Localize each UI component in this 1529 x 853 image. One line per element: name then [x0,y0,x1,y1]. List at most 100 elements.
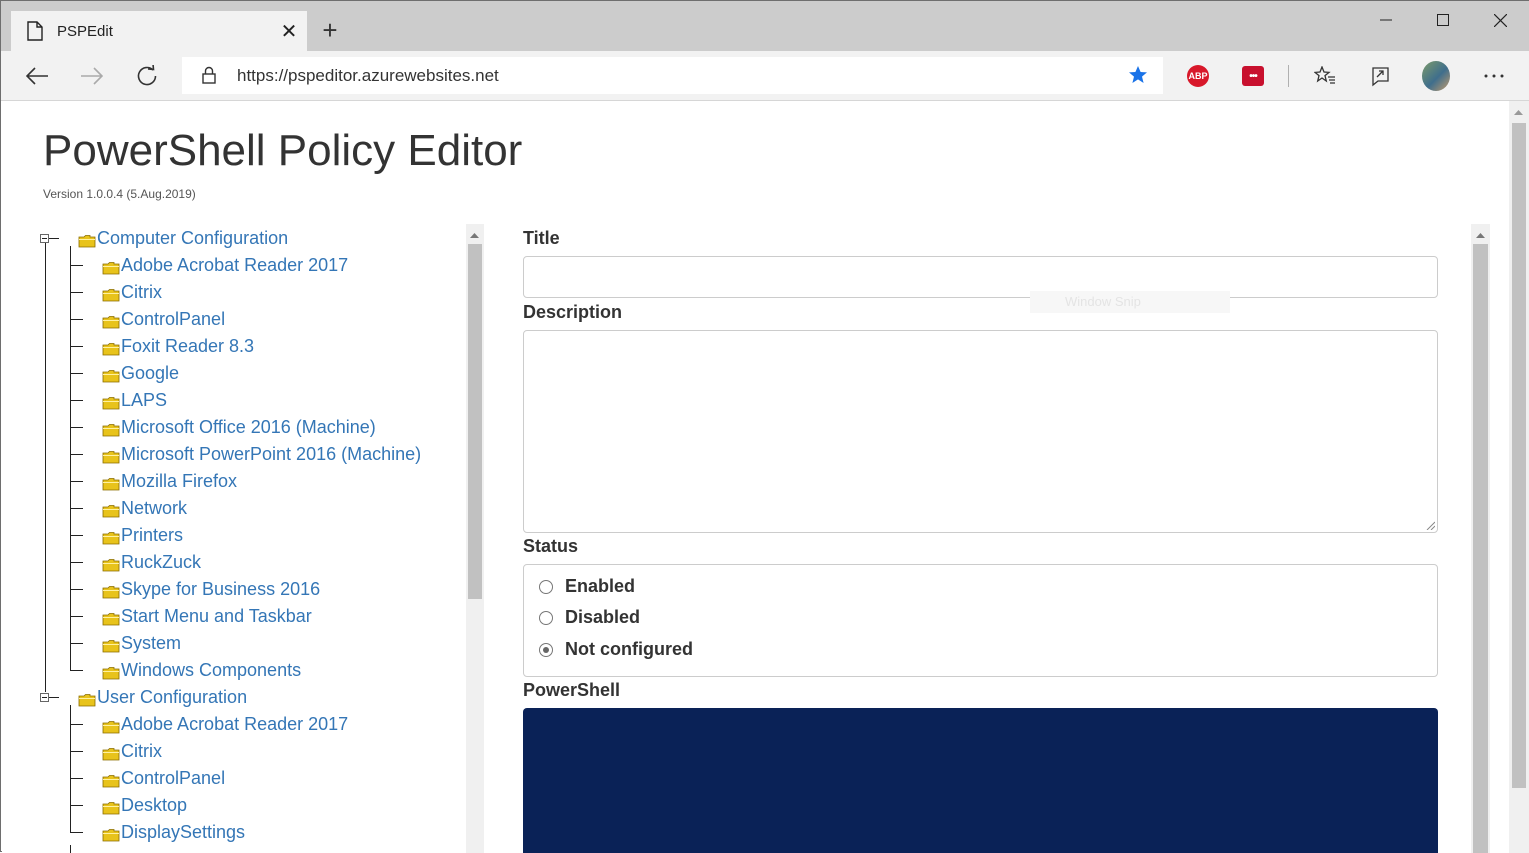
page-content: PowerShell Policy Editor Version 1.0.0.4… [2,101,1509,853]
tree-item[interactable]: DisplaySettings [102,819,245,846]
close-tab-icon[interactable]: ✕ [277,20,301,44]
powershell-editor[interactable] [523,708,1438,853]
maximize-icon[interactable] [1415,1,1471,39]
window-close-icon[interactable] [1472,1,1528,39]
forward-arrow-icon[interactable] [78,62,106,90]
tree-item[interactable]: ControlPanel [102,765,225,792]
tree-connector [70,400,83,401]
back-arrow-icon[interactable] [23,62,51,90]
status-enabled-option[interactable]: Enabled [539,576,635,597]
tree-node-label[interactable]: RuckZuck [121,552,201,573]
radio-label: Enabled [565,576,636,596]
favorites-icon[interactable] [1311,62,1339,90]
radio-label: Disabled [565,607,641,627]
title-input[interactable] [523,256,1438,298]
tree-node-label[interactable]: Network [121,498,187,519]
tree-node-label[interactable]: Desktop [121,795,187,816]
tree-item[interactable]: Skype for Business 2016 [102,576,320,603]
title-label: Title [523,228,560,248]
tree-connector [70,616,83,617]
minimize-icon[interactable] [1358,1,1414,39]
tree-node-label[interactable]: Foxit Reader 8.3 [121,336,254,357]
tree-item[interactable]: Windows Components [102,657,301,684]
tree-item[interactable]: Network [102,495,187,522]
tab-pspedit[interactable]: PSPEdit ✕ [11,11,307,51]
tree-item[interactable]: Adobe Acrobat Reader 2017 [102,252,348,279]
tree-node-label[interactable]: Adobe Acrobat Reader 2017 [121,714,348,735]
collapse-icon[interactable] [40,234,49,243]
radio-not-configured[interactable] [539,642,553,657]
tree-item[interactable]: LAPS [102,387,167,414]
profile-avatar[interactable] [1422,61,1450,91]
tree-node-label[interactable]: Adobe Acrobat Reader 2017 [121,255,348,276]
tree-item[interactable]: Mozilla Firefox [102,468,237,495]
tree-node-label[interactable]: Printers [121,525,183,546]
tree-node-label[interactable]: Citrix [121,282,162,303]
tree-node-label[interactable]: Windows Components [121,660,301,681]
scroll-up-arrow-icon[interactable] [466,227,483,244]
collapse-icon[interactable] [40,693,49,702]
tree-item[interactable]: Adobe Acrobat Reader 2017 [102,711,348,738]
tree-node-label[interactable]: Mozilla Firefox [121,471,237,492]
tree-item[interactable]: Citrix [102,279,162,306]
tree-item[interactable]: Printers [102,522,183,549]
tree-node-label[interactable]: LAPS [121,390,167,411]
page-scroll-thumb[interactable] [1512,123,1526,788]
url-text: https://pspeditor.azurewebsites.net [237,66,499,85]
tree-item[interactable]: Citrix [102,738,162,765]
tree-item[interactable]: Google [102,360,179,387]
tree-item[interactable]: RuckZuck [102,549,201,576]
tree-item[interactable]: Foxit Reader 8.3 [102,333,254,360]
tree-scrollbar[interactable] [466,224,484,853]
folder-icon [102,610,120,625]
favorite-star-icon[interactable] [1128,65,1148,85]
folder-icon [78,691,96,706]
new-tab-icon[interactable]: + [317,17,343,43]
folder-icon [102,583,120,598]
tree-node-label[interactable]: Computer Configuration [97,228,288,249]
tree-item[interactable]: Start Menu and Taskbar [102,603,312,630]
tree-connector [70,535,83,536]
tree-node-label[interactable]: Microsoft Office 2016 (Machine) [121,417,376,438]
tree-node-label[interactable]: Skype for Business 2016 [121,579,320,600]
radio-enabled[interactable] [539,579,553,594]
window-snip-overlay: Window Snip [1030,291,1230,313]
scroll-up-arrow-icon[interactable] [1510,104,1527,121]
form-scroll-thumb[interactable] [1473,244,1488,853]
tree-item[interactable]: ControlPanel [102,306,225,333]
tree-node-label[interactable]: Citrix [121,741,162,762]
description-textarea[interactable] [523,330,1438,533]
status-not-configured-option[interactable]: Not configured [539,639,693,660]
tree-node-label[interactable]: System [121,633,181,654]
lastpass-icon[interactable]: ••• [1239,62,1267,90]
status-disabled-option[interactable]: Disabled [539,607,640,628]
resize-grip-icon[interactable] [1425,520,1435,530]
address-bar[interactable]: https://pspeditor.azurewebsites.net [182,57,1163,94]
page-scrollbar[interactable] [1509,101,1529,853]
tree-root-computer-configuration[interactable]: Computer Configuration [78,225,288,252]
powershell-label: PowerShell [523,680,621,700]
tree-item[interactable]: Microsoft Office 2016 (Machine) [102,414,376,441]
more-menu-icon[interactable] [1480,62,1508,90]
tree-node-label[interactable]: User Configuration [97,687,247,708]
tree-root-user-configuration[interactable]: User Configuration [78,684,247,711]
tree-item[interactable]: Microsoft PowerPoint 2016 (Machine) [102,441,421,468]
tree-node-label[interactable]: Google [121,363,179,384]
refresh-icon[interactable] [133,62,161,90]
tree-node-label[interactable]: ControlPanel [121,768,225,789]
share-note-icon[interactable] [1366,62,1394,90]
tree-scroll-thumb[interactable] [468,244,482,599]
tree-node-label[interactable]: Start Menu and Taskbar [121,606,312,627]
radio-disabled[interactable] [539,610,553,625]
avatar [1422,61,1450,91]
folder-icon [102,394,120,409]
tree-node-label[interactable]: DisplaySettings [121,822,245,843]
tree-node-label[interactable]: ControlPanel [121,309,225,330]
form-scrollbar[interactable] [1471,224,1490,853]
tree-item[interactable]: Desktop [102,792,187,819]
scroll-up-arrow-icon[interactable] [1472,227,1489,244]
tree-connector [70,373,83,374]
tree-item[interactable]: System [102,630,181,657]
adblock-icon[interactable]: ABP [1184,62,1212,90]
tree-node-label[interactable]: Microsoft PowerPoint 2016 (Machine) [121,444,421,465]
